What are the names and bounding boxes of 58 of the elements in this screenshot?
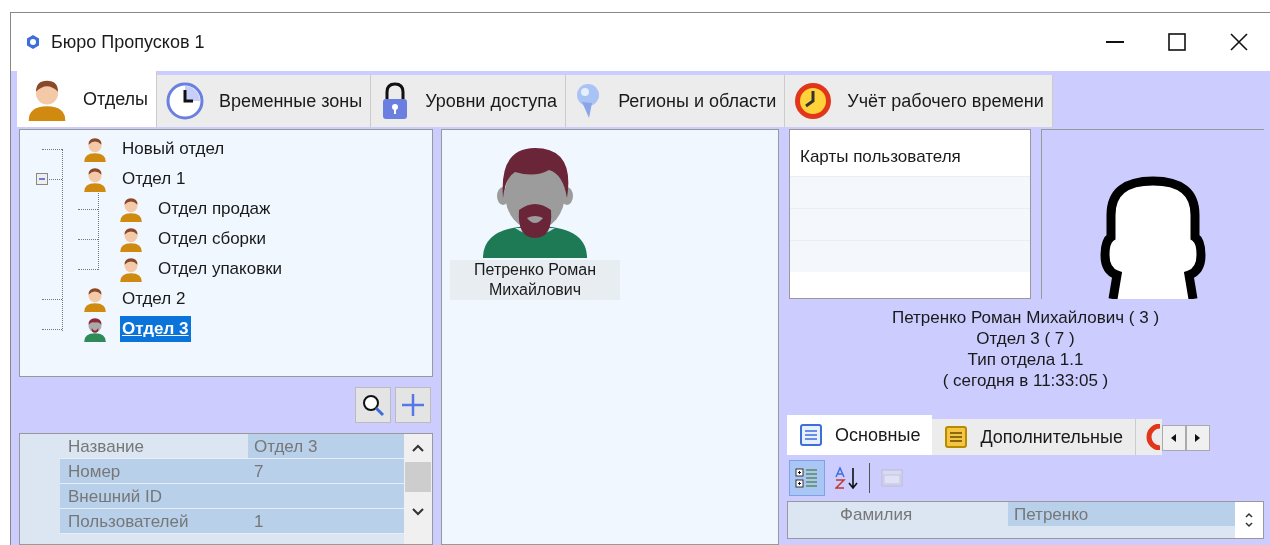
property-name: Пользователей [60, 509, 248, 533]
tab[interactable]: Дополнительные [932, 419, 1136, 455]
user-name[interactable]: Петренко Роман Михайлович [450, 260, 620, 300]
search-button[interactable] [355, 387, 391, 423]
person-icon [118, 256, 144, 282]
tree-item[interactable]: Отдел продаж [156, 196, 273, 222]
app-logo-icon [25, 34, 41, 50]
minus-icon [38, 175, 46, 183]
person-icon [82, 136, 108, 162]
tree-item[interactable]: Отдел упаковки [156, 256, 285, 282]
person-icon [82, 316, 108, 342]
info-text: Отдел 3 ( 7 ) [976, 328, 1075, 349]
info-text: Петренко Роман Михайлович ( 3 ) [891, 307, 1160, 328]
person-icon [82, 286, 108, 312]
right-arrow-icon [1194, 433, 1202, 443]
list-icon [799, 423, 823, 447]
toolbar-button[interactable] [789, 460, 825, 496]
person-icon [118, 226, 144, 252]
clock-icon [1145, 424, 1162, 450]
clock-icon [793, 81, 834, 121]
tab[interactable]: Основные [787, 415, 933, 455]
categorized-icon [795, 466, 819, 490]
maximize-icon [1168, 33, 1186, 51]
person-icon [82, 166, 108, 192]
property-name: Номер [60, 459, 248, 483]
scroll-right-button[interactable] [1185, 425, 1210, 451]
tab[interactable]: Уровни доступа [371, 75, 567, 127]
sort-az-icon [835, 466, 859, 490]
window-icon [880, 466, 904, 490]
tab[interactable]: Отделы [17, 71, 157, 127]
scroll-thumb[interactable] [405, 462, 431, 492]
column-header: Карты пользователя [799, 146, 962, 168]
scroll-arrows-icon[interactable] [1245, 512, 1253, 528]
info-text: ( сегодня в 11:33:05 ) [942, 370, 1109, 391]
property-name: Внешний ID [60, 484, 248, 508]
scroll-down-icon[interactable] [412, 508, 424, 516]
plus-icon [401, 393, 425, 417]
tab[interactable]: Учёт рабочего времени [785, 75, 1053, 127]
tree-item[interactable]: Отдел 2 [120, 286, 188, 312]
tree-item[interactable]: Отдел сборки [156, 226, 268, 252]
tab[interactable] [1135, 419, 1162, 455]
tab[interactable]: Временные зоны [157, 75, 372, 127]
search-icon [361, 393, 385, 417]
scroll-left-button[interactable] [1161, 425, 1186, 451]
left-arrow-icon [1170, 433, 1178, 443]
list-icon [944, 425, 969, 449]
scroll-up-icon[interactable] [412, 444, 424, 452]
window-title: Бюро Пропусков 1 [51, 30, 205, 54]
minimize-icon [1106, 41, 1124, 43]
close-icon [1230, 33, 1248, 51]
tab[interactable]: Регионы и области [566, 75, 786, 127]
tree-item[interactable]: Новый отдел [120, 136, 227, 162]
tree-item[interactable]: Отдел 1 [120, 166, 188, 192]
clock-icon [165, 81, 205, 121]
info-text: Тип отдела 1.1 [967, 349, 1084, 370]
person-icon [118, 196, 144, 222]
collapse-button[interactable] [36, 173, 48, 185]
tree-item[interactable]: Отдел 3 [120, 316, 191, 342]
